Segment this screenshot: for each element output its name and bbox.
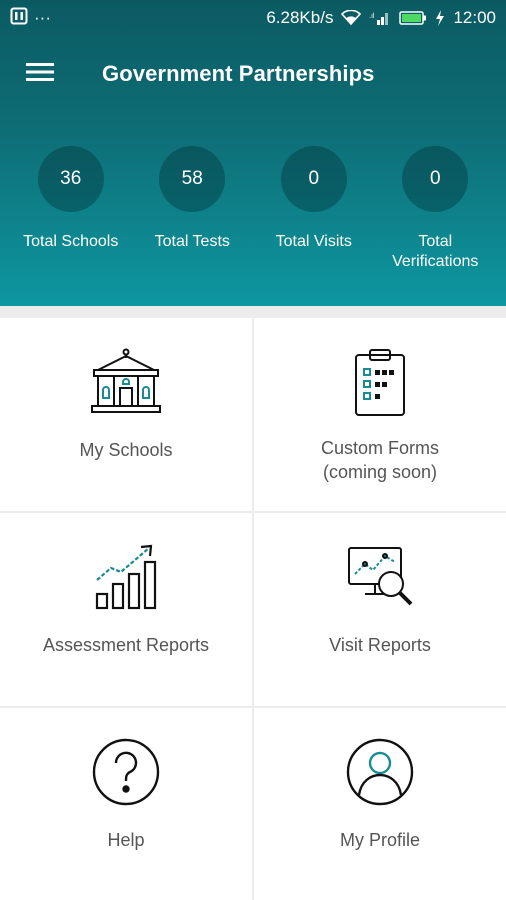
- more-notifications-dots: ···: [34, 8, 51, 27]
- tile-help[interactable]: Help: [0, 708, 252, 900]
- stat-value: 0: [402, 146, 469, 212]
- wifi-icon: [341, 10, 362, 26]
- tile-my-schools[interactable]: My Schools: [0, 318, 252, 511]
- status-bar: ··· 6.28Kb/s .ıl 12:00: [0, 0, 506, 36]
- stats-row: 36 Total Schools 58 Total Tests 0 Total …: [0, 146, 506, 286]
- analytics-magnifier-icon: [340, 537, 420, 617]
- help-question-icon: [86, 732, 166, 812]
- tile-label: Visit Reports: [329, 635, 431, 655]
- clock-time: 12:00: [453, 8, 496, 27]
- app-bar: Government Partnerships: [0, 44, 506, 104]
- menu-grid: My Schools Custom Forms (coming soon) As…: [0, 318, 506, 900]
- stat-value: 58: [159, 146, 226, 212]
- stat-total-visits[interactable]: 0 Total Visits: [254, 146, 374, 286]
- tile-label: My Profile: [339, 830, 420, 850]
- battery-icon: [399, 11, 427, 25]
- school-building-icon: [86, 342, 166, 422]
- app-header: ··· 6.28Kb/s .ıl 12:00 Government Partne…: [0, 0, 506, 306]
- tile-label: Help: [107, 830, 145, 850]
- charging-icon: [435, 10, 445, 26]
- hamburger-menu-button[interactable]: [10, 44, 70, 104]
- hamburger-menu-icon: [26, 61, 54, 88]
- stat-label: Total Verifications: [392, 233, 479, 270]
- tile-label: Assessment Reports: [42, 635, 210, 655]
- network-speed: 6.28Kb/s: [266, 8, 334, 27]
- tile-my-profile[interactable]: My Profile: [254, 708, 506, 900]
- tile-label: Custom Forms (coming soon): [320, 438, 439, 482]
- stat-label: Total Visits: [275, 233, 352, 250]
- user-profile-icon: [340, 732, 420, 812]
- stat-value: 0: [280, 146, 347, 212]
- svg-text:.ıl: .ıl: [369, 13, 375, 20]
- stat-label: Total Schools: [23, 233, 119, 250]
- page-title: Government Partnerships: [102, 61, 375, 86]
- clipboard-checklist-icon: [340, 342, 420, 422]
- tile-assessment-reports[interactable]: Assessment Reports: [0, 513, 252, 706]
- tile-visit-reports[interactable]: Visit Reports: [254, 513, 506, 706]
- stat-total-verifications[interactable]: 0 Total Verifications: [375, 146, 495, 286]
- stat-label: Total Tests: [154, 233, 230, 250]
- stat-value: 36: [37, 146, 104, 212]
- tile-custom-forms[interactable]: Custom Forms (coming soon): [254, 318, 506, 511]
- tile-label: My Schools: [79, 440, 173, 460]
- stat-total-tests[interactable]: 58 Total Tests: [132, 146, 252, 286]
- stat-total-schools[interactable]: 36 Total Schools: [11, 146, 131, 286]
- signal-icon: .ıl: [369, 10, 391, 26]
- notification-icon: [10, 7, 28, 30]
- growth-chart-icon: [86, 537, 166, 617]
